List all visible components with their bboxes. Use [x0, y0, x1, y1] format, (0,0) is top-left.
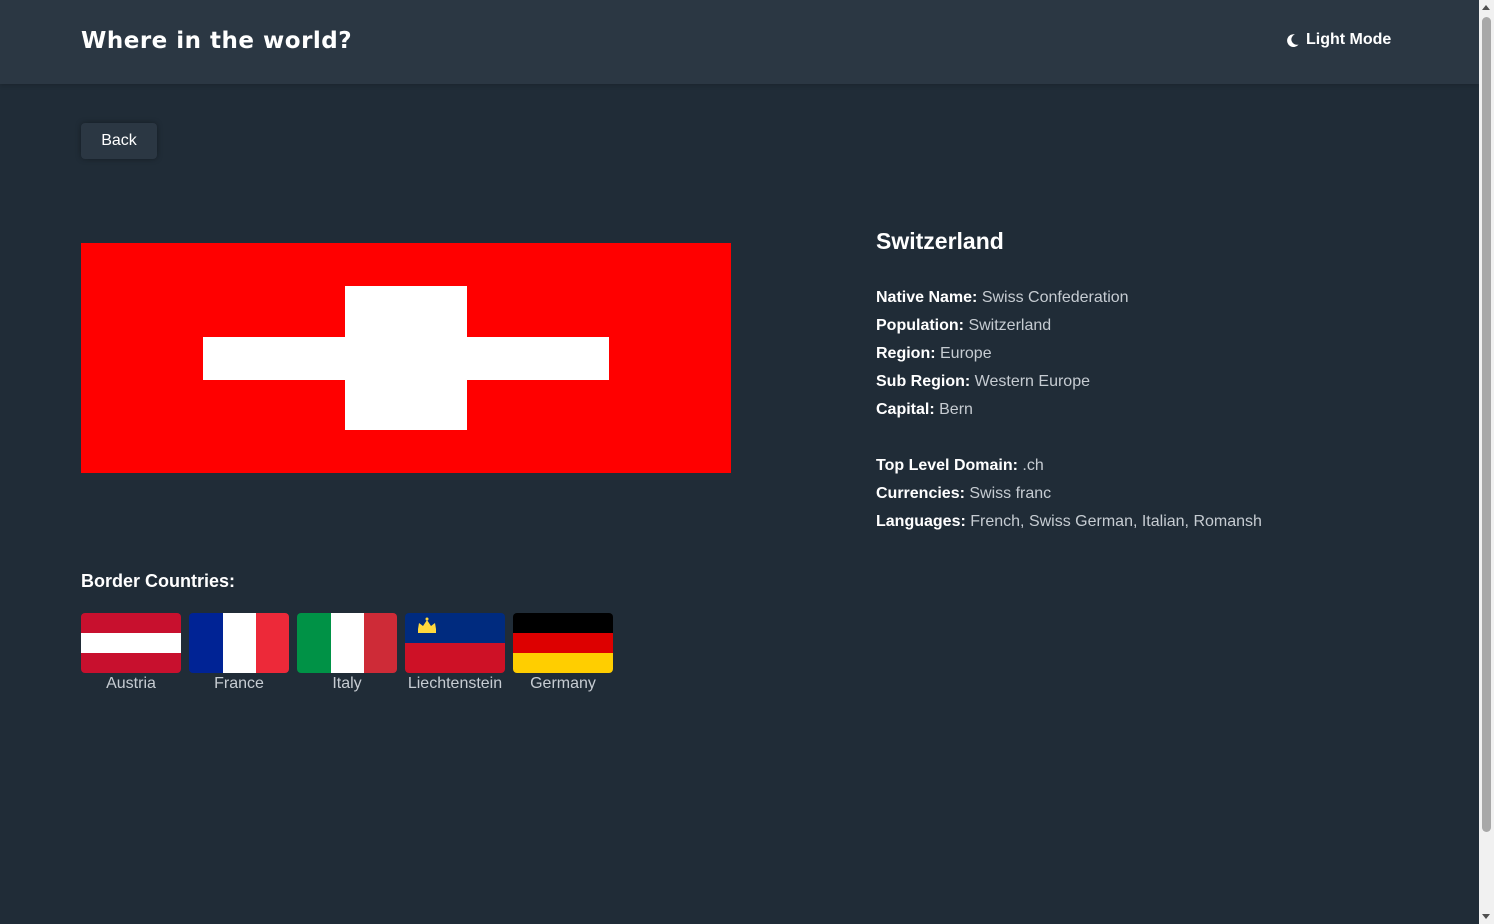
- border-country-label: Italy: [332, 675, 362, 692]
- austria-flag: [81, 613, 181, 673]
- detail-sub-region: Sub Region: Western Europe: [876, 373, 1090, 390]
- italy-flag: [297, 613, 397, 673]
- detail-capital: Capital: Bern: [876, 401, 973, 418]
- border-country-italy[interactable]: Italy: [297, 613, 397, 693]
- country-name: Switzerland: [876, 228, 1004, 254]
- switzerland-flag: [81, 243, 731, 473]
- country-details-secondary: Top Level Domain: .ch Currencies: Swiss …: [876, 452, 1262, 536]
- detail-top-level-domain: Top Level Domain: .ch: [876, 457, 1044, 474]
- moon-icon: [1287, 33, 1299, 47]
- detail-population: Population: Switzerland: [876, 317, 1052, 334]
- detail-languages: Languages: French, Swiss German, Italian…: [876, 513, 1262, 530]
- border-country-label: Liechtenstein: [407, 675, 503, 692]
- scroll-up-arrow-icon[interactable]: [1482, 5, 1490, 10]
- vertical-scrollbar[interactable]: [1479, 0, 1494, 924]
- liechtenstein-flag: [405, 613, 505, 673]
- detail-region: Region: Europe: [876, 345, 992, 362]
- scroll-thumb[interactable]: [1482, 17, 1491, 832]
- border-country-label: Austria: [106, 675, 156, 692]
- scroll-down-arrow-icon[interactable]: [1482, 914, 1490, 919]
- detail-currencies: Currencies: Swiss franc: [876, 485, 1052, 502]
- border-country-germany[interactable]: Germany: [513, 613, 613, 693]
- theme-toggle-label: Light Mode: [1306, 31, 1392, 48]
- border-countries-list: Austria France Italy Liechtenstein Germa…: [81, 613, 613, 693]
- border-countries-title: Border Countries:: [81, 571, 236, 591]
- germany-flag: [513, 613, 613, 673]
- app-header: Where in the world? Light Mode: [0, 0, 1479, 84]
- border-country-austria[interactable]: Austria: [81, 613, 181, 693]
- country-details-primary: Native Name: Swiss Confederation Populat…: [876, 284, 1129, 424]
- border-country-france[interactable]: France: [189, 613, 289, 693]
- france-flag: [189, 613, 289, 673]
- app-title: Where in the world?: [81, 28, 353, 54]
- back-button[interactable]: Back: [81, 123, 157, 159]
- detail-native-name: Native Name: Swiss Confederation: [876, 289, 1129, 306]
- border-country-liechtenstein[interactable]: Liechtenstein: [405, 613, 505, 693]
- theme-toggle-button[interactable]: Light Mode: [1285, 31, 1391, 49]
- border-country-label: Germany: [530, 675, 596, 692]
- border-country-label: France: [214, 675, 264, 692]
